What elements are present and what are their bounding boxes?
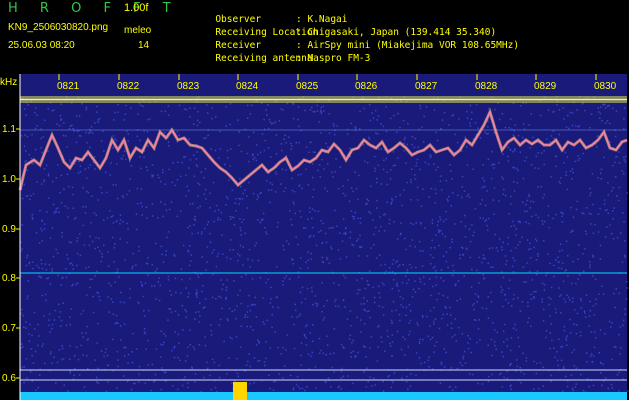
time-label: 0830 — [594, 81, 617, 92]
y-tick-label: 0.8 — [2, 273, 16, 284]
plot-background — [20, 74, 627, 400]
y-tick-label: 1.1 — [2, 124, 16, 135]
time-label: 0825 — [296, 81, 319, 92]
y-tick-label: 1.0 — [2, 174, 16, 185]
time-label: 0827 — [415, 81, 438, 92]
bottom-spike — [233, 382, 247, 400]
time-label: 0828 — [475, 81, 498, 92]
time-label: 0824 — [236, 81, 259, 92]
bottom-band — [20, 392, 627, 400]
time-label: 0821 — [57, 81, 80, 92]
spectrogram-plot — [16, 74, 629, 400]
time-label: 0822 — [117, 81, 140, 92]
y-tick-label: 0.7 — [2, 323, 16, 334]
time-label: 0823 — [177, 81, 200, 92]
time-label: 0829 — [534, 81, 557, 92]
unit-label: kHz — [0, 77, 18, 88]
hroft-spectrogram-window: H R O F F T 1.00f KN9_2506030820.png mel… — [0, 0, 629, 400]
time-label: 0826 — [355, 81, 378, 92]
y-tick-label: 0.9 — [2, 224, 16, 235]
y-tick-label: 0.6 — [2, 373, 16, 384]
